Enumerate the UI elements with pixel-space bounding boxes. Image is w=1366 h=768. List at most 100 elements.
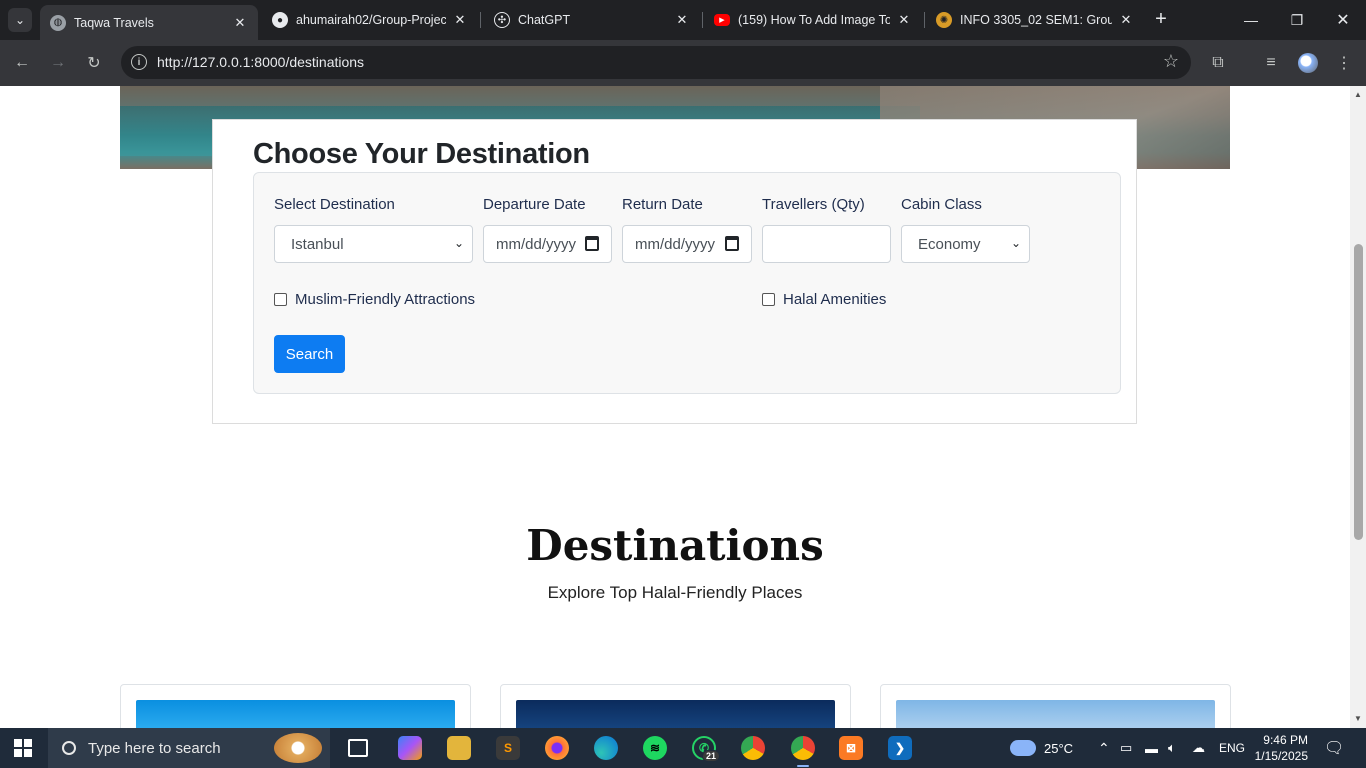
weather-temp: 25°C (1044, 740, 1074, 756)
scroll-up-arrow-icon[interactable]: ▲ (1353, 90, 1363, 100)
minimize-button[interactable]: — (1228, 0, 1274, 40)
travellers-label: Travellers (Qty) (762, 196, 865, 213)
destination-select[interactable]: Istanbul ⌄ (274, 225, 473, 263)
battery-icon[interactable]: ▬ (1145, 728, 1158, 768)
sublime-text-icon[interactable]: S (496, 736, 520, 760)
task-view-icon[interactable] (348, 739, 368, 757)
tab-title: (159) How To Add Image To (738, 13, 890, 27)
whatsapp-icon[interactable]: ✆ 21 (692, 736, 720, 762)
media-control-icon[interactable]: ≡ (1259, 51, 1283, 75)
firefox-icon[interactable] (545, 736, 569, 760)
chrome-profile-icon[interactable] (791, 736, 815, 767)
file-explorer-icon[interactable] (447, 736, 471, 760)
scroll-down-arrow-icon[interactable]: ▼ (1353, 714, 1363, 724)
checkbox-box[interactable] (762, 293, 775, 306)
search-highlight-image[interactable] (274, 733, 322, 763)
calendar-icon[interactable] (585, 236, 599, 251)
browser-tab-strip: ⌄ ◍ Taqwa Travels ✕ ● ahumairah02/Group-… (0, 0, 1366, 40)
return-date-input[interactable]: mm/dd/yyyy (622, 225, 752, 263)
reload-icon[interactable]: ↻ (82, 51, 106, 75)
taskbar-search-box[interactable]: Type here to search (48, 728, 330, 768)
page-scrollbar[interactable]: ▲ ▼ (1350, 86, 1366, 728)
volume-icon[interactable]: 🔈︎ (1168, 728, 1176, 768)
copilot-icon[interactable] (398, 736, 422, 760)
forward-arrow-icon[interactable]: → (46, 51, 70, 75)
cabin-class-select[interactable]: Economy ⌄ (901, 225, 1030, 263)
page-viewport: Choose Your Destination Select Destinati… (0, 86, 1366, 728)
tab-youtube[interactable]: ▶ (159) How To Add Image To ✕ (704, 6, 922, 34)
tab-title: Taqwa Travels (74, 15, 154, 30)
network-icon[interactable]: ▭ (1120, 728, 1132, 768)
destination-value: Istanbul (291, 235, 344, 253)
close-tab-icon[interactable]: ✕ (674, 12, 690, 28)
close-tab-icon[interactable]: ✕ (1118, 12, 1134, 28)
spotify-icon[interactable]: ≋ (643, 736, 667, 760)
tab-title: ChatGPT (518, 13, 571, 27)
university-icon: ✺ (936, 12, 952, 28)
close-tab-icon[interactable]: ✕ (452, 12, 468, 28)
departure-date-input[interactable]: mm/dd/yyyy (483, 225, 612, 263)
clock[interactable]: 9:46 PM 1/15/2025 (1252, 728, 1308, 768)
tab-chatgpt[interactable]: ✣ ChatGPT ✕ (484, 6, 700, 34)
tab-taqwa-travels[interactable]: ◍ Taqwa Travels ✕ (40, 5, 258, 40)
weather-widget[interactable]: 25°C (1010, 728, 1073, 768)
scrollbar-thumb[interactable] (1354, 244, 1363, 540)
new-tab-button[interactable]: + (1150, 8, 1172, 30)
destination-card[interactable] (500, 684, 851, 728)
browser-menu-icon[interactable]: ⋮ (1332, 51, 1356, 75)
destination-card[interactable] (120, 684, 471, 728)
xampp-icon[interactable]: ⊠ (839, 736, 863, 760)
tab-separator (924, 12, 925, 28)
tab-separator (702, 12, 703, 28)
chrome-icon[interactable] (741, 736, 765, 760)
bookmark-star-icon[interactable]: ☆ (1163, 51, 1179, 72)
back-arrow-icon[interactable]: ← (10, 51, 34, 75)
windows-taskbar: Type here to search S ≋ ✆ 21 ⊠ ❯ 25°C ⌃ … (0, 728, 1366, 768)
notifications-icon[interactable]: 🗨︎ (1324, 728, 1344, 768)
onedrive-icon[interactable]: ☁ (1192, 728, 1205, 768)
cloud-rain-icon (1010, 740, 1036, 756)
address-bar[interactable]: i http://127.0.0.1:8000/destinations ☆ (121, 46, 1191, 79)
browser-toolbar: ← → ↻ i http://127.0.0.1:8000/destinatio… (0, 40, 1366, 86)
vscode-icon[interactable]: ❯ (888, 736, 912, 760)
profile-avatar[interactable] (1296, 51, 1320, 75)
clock-time: 9:46 PM (1263, 733, 1308, 747)
language-indicator[interactable]: ENG (1219, 728, 1245, 768)
clock-date: 1/15/2025 (1254, 749, 1308, 763)
close-tab-icon[interactable]: ✕ (896, 12, 912, 28)
return-placeholder: mm/dd/yyyy (635, 235, 716, 253)
calendar-icon[interactable] (725, 236, 739, 251)
halal-amenities-label: Halal Amenities (783, 291, 887, 308)
github-icon: ● (272, 12, 288, 28)
muslim-friendly-label: Muslim-Friendly Attractions (295, 291, 476, 308)
chevron-down-icon: ⌄ (1010, 236, 1021, 250)
tab-title: INFO 3305_02 SEM1: Group (960, 13, 1112, 27)
destination-label: Select Destination (274, 196, 395, 213)
taskbar-search-placeholder: Type here to search (88, 739, 221, 757)
checkbox-box[interactable] (274, 293, 287, 306)
url-text[interactable]: http://127.0.0.1:8000/destinations (157, 54, 364, 70)
windows-start-icon[interactable] (14, 739, 32, 757)
destination-card-image (896, 700, 1215, 728)
site-info-icon[interactable]: i (131, 54, 147, 70)
close-tab-icon[interactable]: ✕ (232, 15, 248, 31)
tab-github[interactable]: ● ahumairah02/Group-Project ✕ (262, 6, 478, 34)
extensions-icon[interactable]: ⧉ (1206, 51, 1230, 75)
search-heading: Choose Your Destination (253, 138, 590, 170)
travellers-input[interactable] (762, 225, 891, 263)
tab-info3305[interactable]: ✺ INFO 3305_02 SEM1: Group ✕ (926, 6, 1144, 34)
tray-chevron-icon[interactable]: ⌃ (1098, 728, 1110, 768)
cabin-class-label: Cabin Class (901, 196, 982, 213)
muslim-friendly-checkbox[interactable]: Muslim-Friendly Attractions (274, 291, 475, 308)
edge-icon[interactable] (594, 736, 618, 760)
departure-label: Departure Date (483, 196, 586, 213)
destination-card[interactable] (880, 684, 1231, 728)
destination-card-image (136, 700, 455, 728)
halal-amenities-checkbox[interactable]: Halal Amenities (762, 291, 886, 308)
search-button[interactable]: Search (274, 335, 345, 373)
close-window-button[interactable]: ✕ (1320, 0, 1366, 40)
tab-search-button[interactable]: ⌄ (8, 8, 32, 32)
restore-button[interactable]: ❐ (1274, 0, 1320, 40)
departure-placeholder: mm/dd/yyyy (496, 235, 577, 253)
return-label: Return Date (622, 196, 703, 213)
